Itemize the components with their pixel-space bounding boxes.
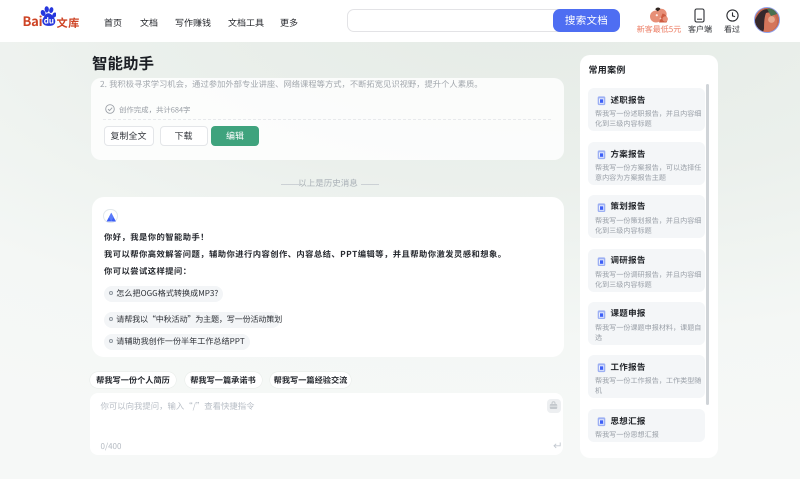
svg-text:du: du xyxy=(43,16,53,27)
